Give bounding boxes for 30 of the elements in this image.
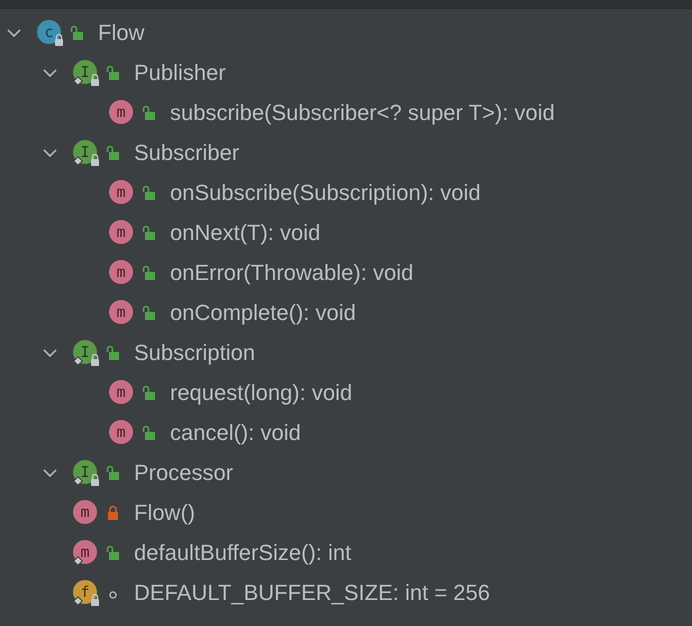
method-icon: m xyxy=(72,539,100,567)
method-icon: m xyxy=(108,379,136,407)
tree-item-label[interactable]: defaultBufferSize(): int xyxy=(134,540,352,566)
tree-item-label[interactable]: onComplete(): void xyxy=(170,300,356,326)
tree-item-label[interactable]: Processor xyxy=(134,460,234,486)
method-icon: m xyxy=(108,179,136,207)
method-icon: m xyxy=(108,99,136,127)
tree-item-label[interactable]: subscribe(Subscriber<? super T>): void xyxy=(170,100,555,126)
method-icon: m xyxy=(108,419,136,447)
tree-item-label[interactable]: Subscriber xyxy=(134,140,240,166)
interface-icon: I xyxy=(72,459,100,487)
interface-icon: I xyxy=(72,59,100,87)
field-icon: f xyxy=(72,579,100,607)
tree-item-label[interactable]: Flow() xyxy=(134,500,196,526)
method-icon: m xyxy=(108,299,136,327)
interface-icon: I xyxy=(72,139,100,167)
tree-item-label[interactable]: onError(Throwable): void xyxy=(170,260,414,286)
tree-item-label[interactable]: onNext(T): void xyxy=(170,220,320,246)
interface-icon: I xyxy=(72,339,100,367)
tree-item-label[interactable]: Subscription xyxy=(134,340,256,366)
class-icon: c xyxy=(36,19,64,47)
tree-item-label[interactable]: Publisher xyxy=(134,60,226,86)
method-icon: m xyxy=(72,499,100,527)
method-icon: m xyxy=(108,219,136,247)
tree-item-label[interactable]: cancel(): void xyxy=(170,420,301,446)
method-icon: m xyxy=(108,259,136,287)
tree-item-label[interactable]: DEFAULT_BUFFER_SIZE: int = 256 xyxy=(134,580,490,606)
tree-item-label[interactable]: onSubscribe(Subscription): void xyxy=(170,180,481,206)
tree-item-label[interactable]: request(long): void xyxy=(170,380,352,406)
tree-item-label[interactable]: Flow xyxy=(98,20,144,46)
